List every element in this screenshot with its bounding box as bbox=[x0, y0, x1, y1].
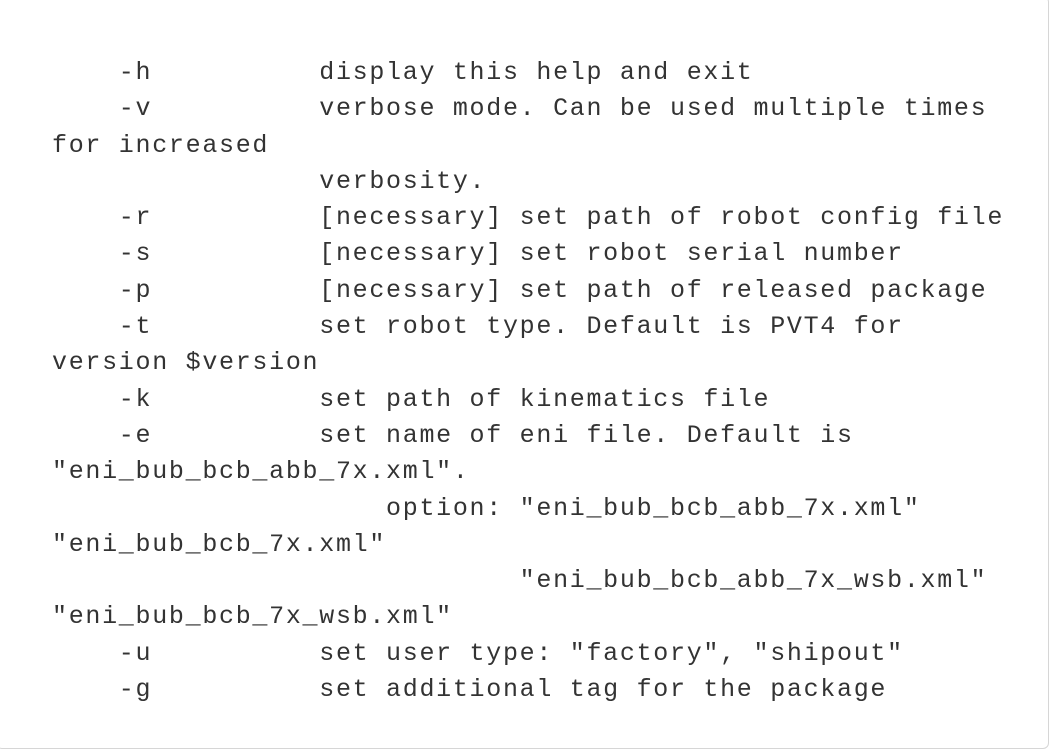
code-line: -p [necessary] set path of released pack… bbox=[52, 275, 988, 305]
code-line: -k set path of kinematics file bbox=[52, 384, 771, 414]
help-text: -h display this help and exit -v verbose… bbox=[52, 55, 1004, 708]
code-line: version $version bbox=[52, 348, 320, 378]
code-line: -h display this help and exit bbox=[52, 58, 754, 87]
code-line: for increased bbox=[52, 130, 270, 160]
code-line: -r [necessary] set path of robot config … bbox=[52, 203, 1005, 233]
code-line: "eni_bub_bcb_abb_7x_wsb.xml" bbox=[52, 566, 988, 596]
code-line: -g set additional tag for the package bbox=[52, 675, 888, 705]
code-line: -s [necessary] set robot serial number bbox=[52, 239, 904, 269]
code-line: "eni_bub_bcb_7x_wsb.xml" bbox=[52, 602, 453, 632]
code-line: "eni_bub_bcb_7x.xml" bbox=[52, 529, 387, 559]
code-line: verbosity. bbox=[52, 166, 487, 196]
code-line: option: "eni_bub_bcb_abb_7x.xml" bbox=[52, 493, 921, 523]
code-line: -u set user type: "factory", "shipout" bbox=[52, 638, 904, 668]
code-line: -e set name of eni file. Default is bbox=[52, 420, 854, 450]
code-line: -v verbose mode. Can be used multiple ti… bbox=[52, 94, 988, 124]
code-line: "eni_bub_bcb_abb_7x.xml". bbox=[52, 457, 470, 487]
code-line: -t set robot type. Default is PVT4 for bbox=[52, 312, 904, 342]
